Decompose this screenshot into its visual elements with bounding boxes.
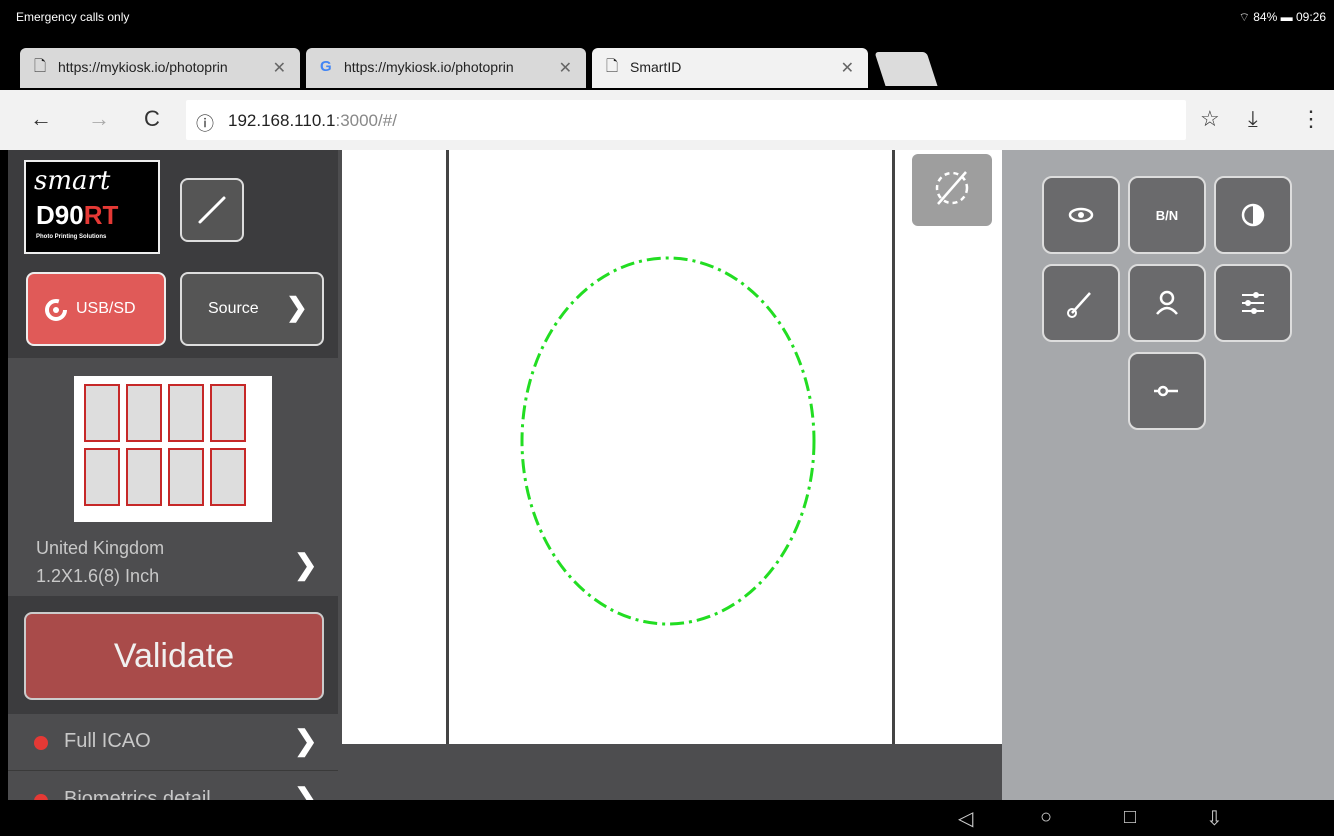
chevron-right-icon[interactable]: ❯ bbox=[294, 548, 317, 581]
eye-icon bbox=[1068, 207, 1094, 223]
close-icon[interactable]: ✕ bbox=[273, 58, 286, 78]
recents-square-icon[interactable]: □ bbox=[1124, 806, 1136, 829]
tab-title: https://mykiosk.io/photoprin bbox=[344, 59, 514, 75]
sidebar-header: smart D90RT Photo Printing Solutions USB… bbox=[8, 150, 338, 358]
format-size[interactable]: 1.2X1.6(8) Inch bbox=[36, 566, 159, 587]
notification-pull-icon[interactable]: ⇩ bbox=[1206, 806, 1223, 831]
print-layout-preview[interactable] bbox=[74, 376, 272, 522]
tab-title: SmartID bbox=[630, 59, 682, 75]
face-detect-button[interactable] bbox=[1128, 264, 1206, 342]
page-icon: 🗋 bbox=[606, 58, 619, 75]
download-icon[interactable]: ⤓ bbox=[1248, 106, 1258, 132]
system-nav-bar: ◁ ○ □ ⇩ bbox=[0, 800, 1334, 836]
tools-panel: B/N bbox=[1002, 150, 1334, 800]
check-label: Biometrics detail bbox=[64, 788, 211, 800]
pencil-line-icon bbox=[198, 196, 226, 224]
photo-canvas-area bbox=[338, 150, 1002, 800]
menu-icon[interactable]: ⋮ bbox=[1300, 106, 1322, 132]
source-label: Source bbox=[208, 300, 259, 317]
black-white-button[interactable]: B/N bbox=[1128, 176, 1206, 254]
key-button[interactable] bbox=[1128, 352, 1206, 430]
photo-slot bbox=[168, 448, 204, 506]
crop-off-button[interactable] bbox=[912, 154, 992, 226]
key-icon bbox=[1154, 385, 1178, 397]
photo-slot bbox=[84, 384, 120, 442]
brush-button[interactable] bbox=[1042, 264, 1120, 342]
brush-icon bbox=[1067, 292, 1091, 318]
bw-label: B/N bbox=[1155, 208, 1179, 223]
photo-slot bbox=[168, 384, 204, 442]
google-icon: G bbox=[320, 58, 332, 75]
photo-slot bbox=[126, 384, 162, 442]
validate-section: Validate bbox=[8, 596, 338, 714]
check-item-biometrics[interactable]: Biometrics detail ❯ bbox=[8, 772, 338, 800]
contrast-button[interactable] bbox=[1214, 176, 1292, 254]
brand-logo: smart D90RT Photo Printing Solutions bbox=[24, 160, 160, 254]
face-guide-oval bbox=[520, 256, 816, 626]
url-text: 192.168.110.1:3000/#/ bbox=[228, 111, 397, 130]
carrier-status: Emergency calls only bbox=[16, 10, 130, 24]
refresh-icon bbox=[45, 299, 67, 321]
chevron-right-icon: ❯ bbox=[294, 783, 318, 800]
page-icon: 🗋 bbox=[34, 58, 47, 75]
contrast-icon bbox=[1241, 203, 1265, 227]
adjustments-button[interactable] bbox=[1214, 264, 1292, 342]
tab-strip: 🗋 https://mykiosk.io/photoprin ✕ G https… bbox=[0, 34, 1334, 90]
browser-toolbar: ← → C ⓘ 192.168.110.1:3000/#/ ☆ ⤓ ⋮ bbox=[0, 90, 1334, 150]
usb-sd-label: USB/SD bbox=[76, 300, 136, 317]
system-indicators: ⌔ 84% ▬ 09:26 bbox=[1239, 10, 1326, 25]
photo-slot bbox=[210, 448, 246, 506]
info-icon[interactable]: ⓘ bbox=[196, 110, 214, 136]
reload-icon[interactable]: C bbox=[144, 106, 160, 132]
photo-slot bbox=[210, 384, 246, 442]
star-icon[interactable]: ☆ bbox=[1200, 106, 1220, 132]
tab-smartid[interactable]: 🗋 SmartID ✕ bbox=[592, 48, 868, 88]
logo-model: D90RT bbox=[36, 200, 119, 230]
source-button[interactable]: Source ❯ bbox=[180, 272, 324, 346]
validate-button[interactable]: Validate bbox=[24, 612, 324, 700]
battery-icon: ▬ bbox=[1280, 10, 1293, 24]
status-dot bbox=[34, 736, 48, 750]
usb-sd-button[interactable]: USB/SD bbox=[26, 272, 166, 346]
edit-button[interactable] bbox=[180, 178, 244, 242]
photo-preview[interactable] bbox=[342, 150, 1002, 744]
wifi-icon: ⌔ bbox=[1238, 10, 1250, 24]
close-icon[interactable]: ✕ bbox=[841, 58, 854, 78]
chevron-right-icon: ❯ bbox=[286, 292, 308, 322]
photo-slot bbox=[84, 448, 120, 506]
preview-button[interactable] bbox=[1042, 176, 1120, 254]
clock: 09:26 bbox=[1295, 10, 1326, 24]
check-label: Full ICAO bbox=[64, 730, 151, 752]
logo-script: smart bbox=[34, 166, 111, 196]
tab-photoprint-1[interactable]: 🗋 https://mykiosk.io/photoprin ✕ bbox=[20, 48, 300, 88]
chevron-right-icon: ❯ bbox=[294, 725, 318, 756]
close-icon[interactable]: ✕ bbox=[559, 58, 572, 78]
forward-arrow-icon[interactable]: → bbox=[88, 106, 110, 132]
home-circle-icon[interactable]: ○ bbox=[1040, 806, 1052, 829]
left-sidebar: smart D90RT Photo Printing Solutions USB… bbox=[8, 150, 338, 800]
tab-photoprint-2[interactable]: G https://mykiosk.io/photoprin ✕ bbox=[306, 48, 586, 88]
address-bar[interactable]: ⓘ 192.168.110.1:3000/#/ bbox=[186, 100, 1186, 140]
crop-off-icon bbox=[935, 171, 969, 205]
format-country[interactable]: United Kingdom bbox=[36, 538, 164, 559]
back-triangle-icon[interactable]: ◁ bbox=[958, 806, 973, 831]
person-icon bbox=[1156, 290, 1178, 315]
sliders-icon bbox=[1242, 292, 1264, 314]
back-arrow-icon[interactable]: ← bbox=[30, 106, 52, 132]
status-bar: Emergency calls only ⌔ 84% ▬ 09:26 bbox=[0, 0, 1334, 34]
logo-tagline: Photo Printing Solutions bbox=[36, 234, 107, 240]
tab-title: https://mykiosk.io/photoprin bbox=[58, 59, 228, 75]
battery-percent: 84% bbox=[1253, 10, 1278, 24]
check-item-full-icao[interactable]: Full ICAO ❯ bbox=[8, 714, 338, 771]
new-tab-button[interactable] bbox=[874, 52, 938, 86]
photo-slot bbox=[126, 448, 162, 506]
